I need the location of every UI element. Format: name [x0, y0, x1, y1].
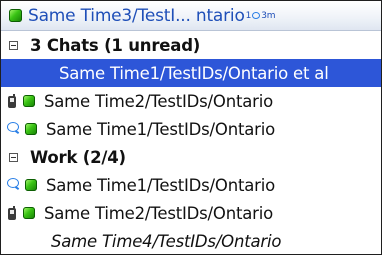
header-meta: 1 3m [246, 11, 276, 21]
header-meta-extra: 3m [261, 10, 276, 21]
contact-label: Same Time2/TestIDs/Ontario [44, 203, 273, 223]
contact-item[interactable]: Same Time2/TestIDs/Ontario [1, 199, 381, 227]
online-status-icon [23, 207, 35, 219]
contact-label: Same Time2/TestIDs/Ontario [44, 91, 273, 111]
mobile-phone-icon [7, 206, 23, 220]
contact-label: Same Time1/TestIDs/Ontario et al [59, 63, 329, 83]
chat-bubble-icon [7, 178, 25, 192]
header-title: Same Time3/TestI... ntario [28, 5, 245, 26]
contact-item[interactable]: Same Time2/TestIDs/Ontario [1, 87, 381, 115]
chat-bubble-icon [7, 122, 25, 136]
contact-item-selected[interactable]: Same Time1/TestIDs/Ontario et al [1, 59, 381, 87]
chat-bubble-icon [252, 12, 261, 19]
online-status-icon [23, 95, 35, 107]
contact-label: Same Time4/TestIDs/Ontario [51, 231, 282, 251]
collapse-minus-icon[interactable] [9, 40, 18, 50]
contact-item-offline[interactable]: Same Time4/TestIDs/Ontario [1, 227, 381, 254]
online-status-icon [25, 179, 37, 191]
online-status-icon [25, 123, 37, 135]
group-label: 3 Chats (1 unread) [30, 35, 201, 55]
group-label: Work (2/4) [30, 147, 126, 167]
active-conversation-header[interactable]: Same Time3/TestI... ntario 1 3m [1, 1, 381, 31]
collapse-minus-icon[interactable] [9, 152, 18, 162]
online-status-icon [9, 9, 22, 22]
contact-label: Same Time1/TestIDs/Ontario [46, 175, 275, 195]
group-work[interactable]: Work (2/4) [1, 143, 381, 171]
mobile-phone-icon [7, 94, 23, 108]
group-chats[interactable]: 3 Chats (1 unread) [1, 31, 381, 59]
contact-list-screen: Same Time3/TestI... ntario 1 3m 3 Chats … [0, 0, 382, 255]
contact-item[interactable]: Same Time1/TestIDs/Ontario [1, 115, 381, 143]
contact-label: Same Time1/TestIDs/Ontario [46, 119, 275, 139]
contact-item[interactable]: Same Time1/TestIDs/Ontario [1, 171, 381, 199]
unread-count: 1 [245, 10, 252, 21]
